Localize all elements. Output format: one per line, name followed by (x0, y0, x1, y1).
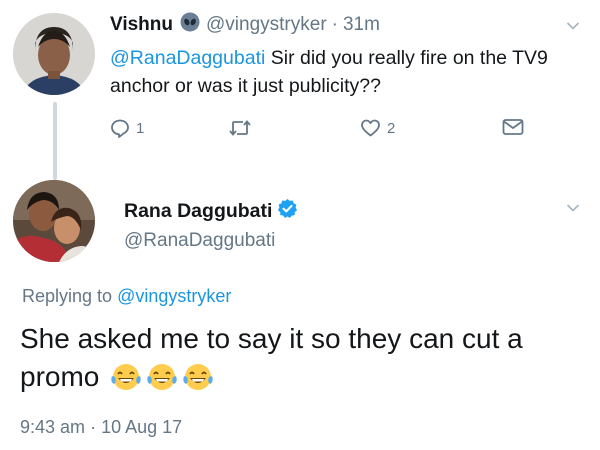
message-action[interactable] (502, 118, 524, 136)
tears-of-joy-emoji-icon (145, 362, 179, 402)
verified-badge-icon (277, 198, 298, 225)
main-author-handle[interactable]: @RanaDaggubati (124, 230, 275, 252)
tears-of-joy-emoji-icon (181, 362, 215, 402)
reply-author-name[interactable]: Vishnu (110, 14, 173, 36)
reply-time[interactable]: 31m (343, 14, 380, 36)
chevron-down-icon[interactable] (566, 16, 580, 34)
replying-to-label: Replying to (22, 286, 118, 306)
retweet-action[interactable] (228, 118, 258, 138)
reply-tweet-header: Vishnu @vingystryker · 31m (110, 12, 380, 38)
main-tweet-name-row: Rana Daggubati (124, 198, 298, 225)
reply-icon (110, 118, 130, 138)
tweet-date[interactable]: 10 Aug 17 (101, 417, 182, 437)
reply-action[interactable]: 1 (110, 118, 144, 138)
mention-link[interactable]: @RanaDaggubati (110, 47, 265, 69)
avatar-rana[interactable] (13, 180, 95, 262)
replying-to-handle[interactable]: @vingystryker (117, 286, 231, 306)
thread-connector (53, 102, 57, 180)
heart-icon (360, 118, 381, 138)
avatar-vishnu[interactable] (13, 13, 95, 95)
reply-author-handle[interactable]: @vingystryker (206, 14, 327, 36)
retweet-icon (228, 118, 252, 138)
like-count: 2 (387, 119, 396, 137)
reply-tweet-actions: 1 2 (110, 118, 550, 148)
reply-count: 1 (136, 119, 145, 137)
tweet-timestamp[interactable]: 9:43 am (20, 417, 85, 437)
main-tweet-text: She asked me to say it so they can cut a… (20, 320, 580, 402)
main-author-name[interactable]: Rana Daggubati (124, 200, 272, 223)
reply-tweet-text: @RanaDaggubati Sir did you really fire o… (110, 44, 588, 100)
main-tweet-meta: 9:43 am · 10 Aug 17 (20, 417, 182, 438)
meta-separator: · (90, 417, 97, 437)
chevron-down-icon[interactable] (566, 198, 580, 216)
main-tweet-body: She asked me to say it so they can cut a… (20, 323, 523, 392)
envelope-icon (502, 118, 524, 136)
alien-badge-icon (180, 12, 200, 38)
header-separator: · (331, 14, 338, 35)
tears-of-joy-emoji-icon (109, 362, 143, 402)
like-action[interactable]: 2 (360, 118, 395, 138)
replying-to-line: Replying to @vingystryker (22, 286, 231, 307)
